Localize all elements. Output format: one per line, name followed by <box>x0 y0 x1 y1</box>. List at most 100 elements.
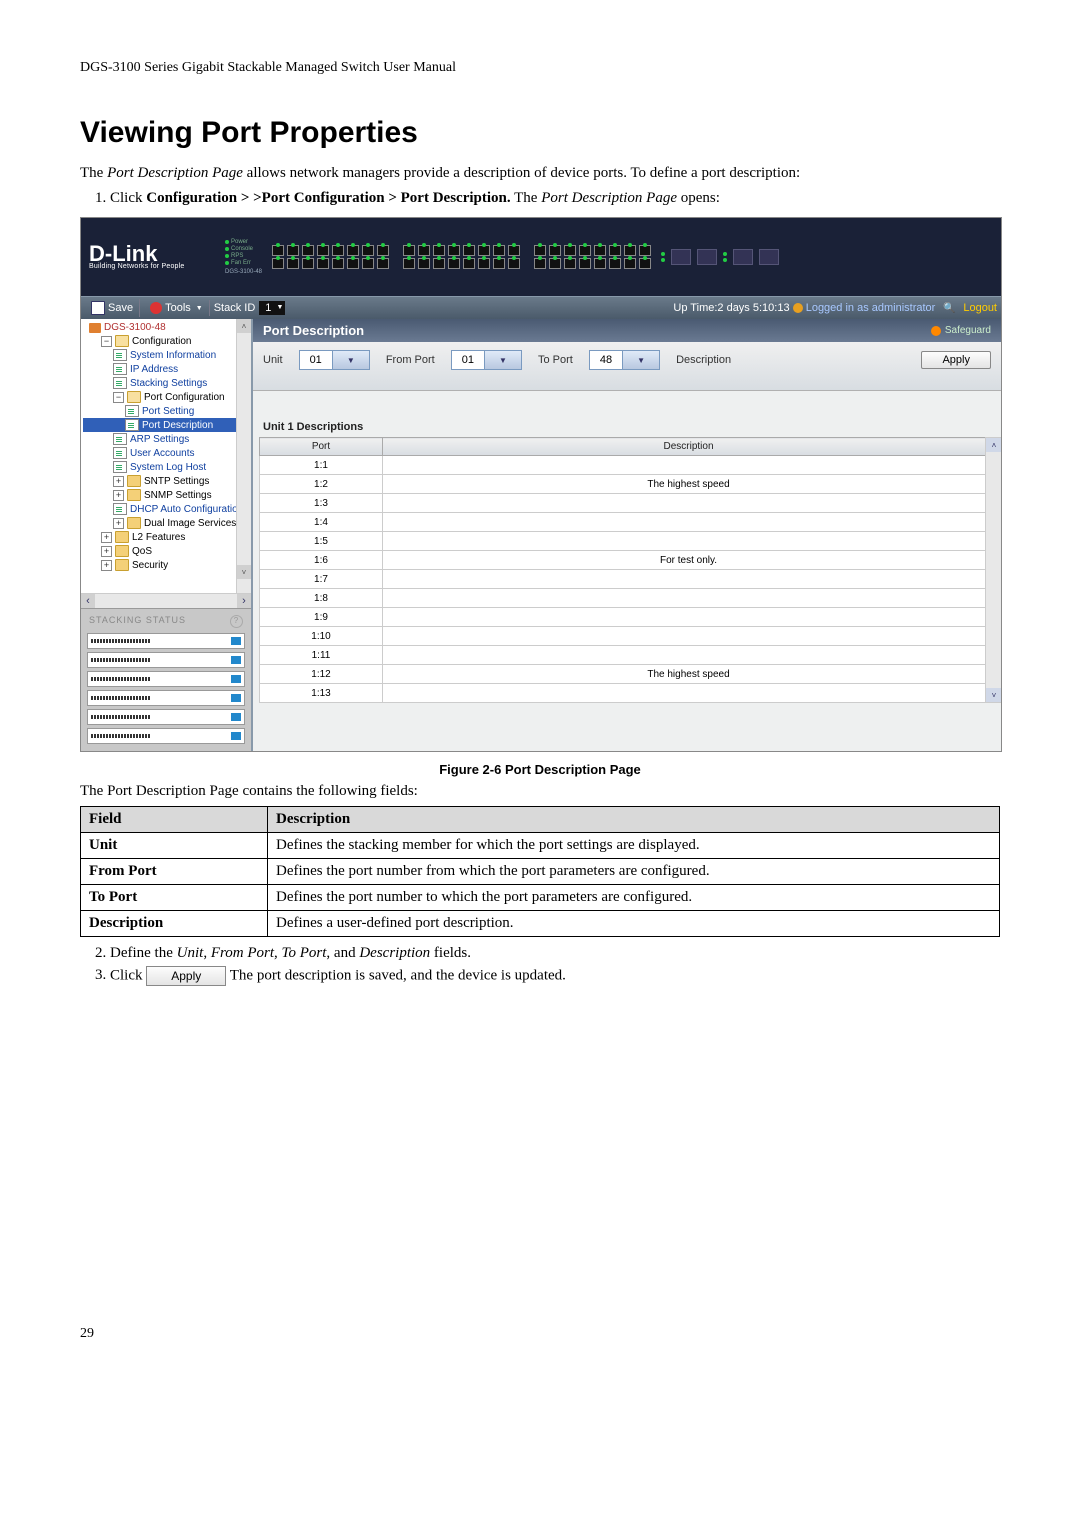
expand-icon[interactable]: + <box>101 560 112 571</box>
to-port-dropdown[interactable]: 48▼ <box>589 350 660 370</box>
col-desc: Description <box>268 807 1000 833</box>
figure-caption: Figure 2-6 Port Description Page <box>80 762 1000 777</box>
panel-header: Port Description Safeguard <box>253 319 1001 342</box>
screenshot-port-description: D-Link Building Networks for People Powe… <box>80 217 1002 752</box>
collapse-icon[interactable]: − <box>113 392 124 403</box>
port-description-table: Port Description 1:11:2The highest speed… <box>259 437 995 703</box>
folder-icon <box>115 559 129 571</box>
stack-id-dropdown[interactable]: 1 <box>259 301 285 315</box>
expand-icon[interactable]: + <box>101 532 112 543</box>
folder-icon <box>127 475 141 487</box>
table-row: 1:1 <box>260 456 995 475</box>
safeguard-badge: Safeguard <box>931 325 991 336</box>
tree-folder[interactable]: +SNMP Settings <box>83 488 251 502</box>
stack-unit[interactable] <box>87 633 245 649</box>
table-row: 1:4 <box>260 513 995 532</box>
search-icon <box>943 302 955 314</box>
tree-root[interactable]: DGS-3100-48 <box>83 321 251 334</box>
tree-port-description[interactable]: Port Description <box>83 418 251 432</box>
page-icon <box>113 503 127 515</box>
to-port-label: To Port <box>538 354 573 366</box>
apply-button[interactable]: Apply <box>921 351 991 369</box>
nav-tree-pane: DGS-3100-48 −Configuration System Inform… <box>81 319 253 751</box>
stack-unit[interactable] <box>87 690 245 706</box>
page-icon <box>113 447 127 459</box>
col-description: Description <box>383 438 995 456</box>
port-block-3 <box>534 245 651 269</box>
chevron-down-icon: ▼ <box>622 351 659 369</box>
scroll-up-icon[interactable]: ˄ <box>986 438 1001 452</box>
table-row: 1:2The highest speed <box>260 475 995 494</box>
scroll-right-icon[interactable]: › <box>237 594 251 608</box>
expand-icon[interactable]: + <box>101 546 112 557</box>
tree-port-configuration[interactable]: −Port Configuration <box>83 390 251 404</box>
tree-folder[interactable]: +SNTP Settings <box>83 474 251 488</box>
device-icon <box>89 323 101 333</box>
page-icon <box>125 405 139 417</box>
logout-link[interactable]: Logout <box>963 302 997 314</box>
scroll-down-icon[interactable]: ˅ <box>237 565 251 579</box>
tree-item[interactable]: Stacking Settings <box>83 376 251 390</box>
stack-unit[interactable] <box>87 728 245 744</box>
table-row: 1:8 <box>260 589 995 608</box>
tree-item[interactable]: System Information <box>83 348 251 362</box>
table-row: UnitDefines the stacking member for whic… <box>81 833 1000 859</box>
folder-icon <box>127 489 141 501</box>
tools-button[interactable]: Tools▼ <box>144 300 210 316</box>
port-block-1 <box>272 245 389 269</box>
uptime-text: Up Time:2 days 5:10:13 Logged in as admi… <box>673 302 935 314</box>
tree-item[interactable]: IP Address <box>83 362 251 376</box>
tree-port-setting[interactable]: Port Setting <box>83 404 251 418</box>
steps-list-1: Click Configuration > >Port Configuratio… <box>110 190 1000 207</box>
tree-hscrollbar[interactable]: ‹ › <box>81 593 251 608</box>
tree-folder[interactable]: +Security <box>83 558 251 572</box>
step-1: Click Configuration > >Port Configuratio… <box>110 190 1000 207</box>
stacking-status-panel: STACKING STATUS <box>81 608 251 751</box>
tree-item[interactable]: User Accounts <box>83 446 251 460</box>
table-row: 1:9 <box>260 608 995 627</box>
folder-icon <box>127 391 141 403</box>
from-port-label: From Port <box>386 354 435 366</box>
panel-title: Port Description <box>263 323 364 338</box>
apply-button-inline: Apply <box>146 966 226 986</box>
collapse-icon[interactable]: − <box>101 336 112 347</box>
tree-vscrollbar[interactable]: ˄˅ <box>236 319 251 593</box>
stack-unit[interactable] <box>87 709 245 725</box>
folder-icon <box>115 335 129 347</box>
tree-folder[interactable]: +QoS <box>83 544 251 558</box>
port-block-2 <box>403 245 520 269</box>
table-row: 1:12The highest speed <box>260 665 995 684</box>
unit-dropdown[interactable]: 01▼ <box>299 350 370 370</box>
main-content: Port Description Safeguard Unit 01▼ From… <box>253 319 1001 751</box>
stack-unit[interactable] <box>87 652 245 668</box>
table-subheader: Unit 1 Descriptions <box>253 391 1001 437</box>
steps-list-2: Define the Unit, From Port, To Port, and… <box>110 945 1000 986</box>
table-row: 1:13 <box>260 684 995 703</box>
scroll-left-icon[interactable]: ‹ <box>81 594 95 608</box>
scroll-down-icon[interactable]: ˅ <box>986 688 1001 702</box>
tree-folder[interactable]: +L2 Features <box>83 530 251 544</box>
tree-item[interactable]: System Log Host <box>83 460 251 474</box>
tree-configuration[interactable]: −Configuration <box>83 334 251 348</box>
expand-icon[interactable]: + <box>113 490 124 501</box>
table-row: DescriptionDefines a user-defined port d… <box>81 911 1000 937</box>
stacking-status-title: STACKING STATUS <box>85 613 247 630</box>
from-port-dropdown[interactable]: 01▼ <box>451 350 522 370</box>
page-icon <box>125 419 139 431</box>
folder-icon <box>115 531 129 543</box>
scroll-up-icon[interactable]: ˄ <box>237 319 251 333</box>
status-leds: Power Console RPS Fan Err DGS-3100-48 <box>225 239 262 275</box>
table-row: 1:5 <box>260 532 995 551</box>
tree-item[interactable]: DHCP Auto Configuratio <box>83 502 251 516</box>
field-description-table: Field Description UnitDefines the stacki… <box>80 806 1000 937</box>
expand-icon[interactable]: + <box>113 518 124 529</box>
unit-label: Unit <box>263 354 283 366</box>
stack-unit[interactable] <box>87 671 245 687</box>
expand-icon[interactable]: + <box>113 476 124 487</box>
tree-folder[interactable]: +Dual Image Services <box>83 516 251 530</box>
save-button[interactable]: Save <box>85 299 140 317</box>
tree-item[interactable]: ARP Settings <box>83 432 251 446</box>
table-row: 1:6For test only. <box>260 551 995 570</box>
table-vscrollbar[interactable]: ˄˅ <box>985 437 1001 703</box>
table-row: 1:3 <box>260 494 995 513</box>
